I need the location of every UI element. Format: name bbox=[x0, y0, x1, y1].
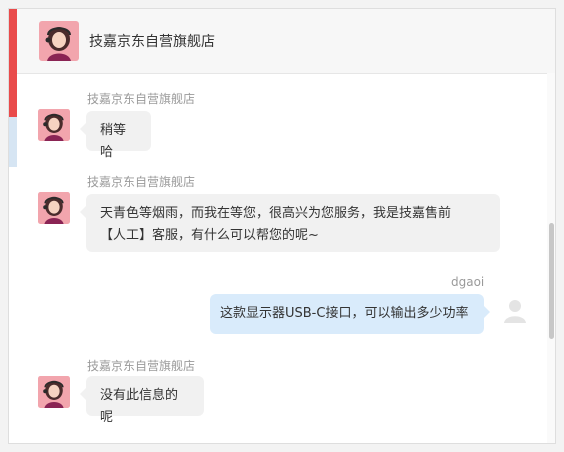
message-bubble: 天青色等烟雨，而我在等您，很高兴为您服务，我是技嘉售前 【人工】客服，有什么可以… bbox=[80, 194, 500, 252]
message-bubble: 稍等哈 bbox=[80, 111, 151, 160]
agent-avatar-icon bbox=[39, 21, 79, 61]
scrollbar-thumb[interactable] bbox=[549, 223, 554, 339]
conversation-list-highlight bbox=[9, 117, 17, 167]
user-avatar-icon bbox=[504, 300, 526, 323]
message-sender: 技嘉京东自营旗舰店 bbox=[87, 175, 196, 189]
active-conversation-indicator bbox=[9, 9, 17, 117]
user-name: dgaoi bbox=[451, 275, 485, 289]
message-bubble: 没有此信息的呢 bbox=[80, 376, 204, 425]
message-bubble: 这款显示器USB-C接口，可以输出多少功率 bbox=[210, 294, 490, 334]
message-text-line: 【人工】客服，有什么可以帮您的呢~ bbox=[100, 228, 319, 243]
agent-avatar-icon bbox=[38, 376, 70, 408]
scrollbar[interactable] bbox=[547, 73, 555, 443]
message-sender: 技嘉京东自营旗舰店 bbox=[87, 359, 196, 373]
message-sender: 技嘉京东自营旗舰店 bbox=[87, 92, 196, 106]
chat-header: 技嘉京东自营旗舰店 bbox=[17, 9, 555, 74]
agent-avatar-icon bbox=[38, 109, 70, 141]
message-text-line: 天青色等烟雨，而我在等您，很高兴为您服务，我是技嘉售前 bbox=[100, 206, 452, 221]
message-text: 这款显示器USB-C接口，可以输出多少功率 bbox=[220, 306, 469, 321]
chat-title: 技嘉京东自营旗舰店 bbox=[89, 34, 215, 50]
agent-avatar-icon bbox=[38, 192, 70, 224]
